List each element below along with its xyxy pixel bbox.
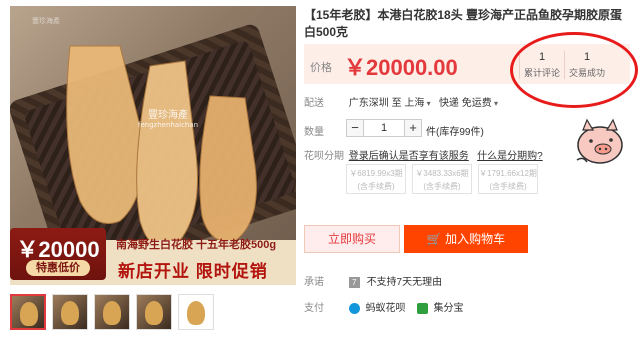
fish-maw-left — [66, 45, 143, 224]
thumbnail-strip — [10, 294, 214, 330]
watermark-en: fengzhenhaichan — [137, 121, 199, 129]
promise-label: 承诺 — [304, 277, 324, 288]
promo-price-tag: ￥20000 特惠低价 — [10, 228, 106, 280]
promise-row: 承诺 7 不支持7天无理由 — [304, 273, 442, 288]
huabei-login-link[interactable]: 登录后确认是否享有该服务 — [349, 151, 469, 162]
pig-sticker-icon — [576, 118, 623, 164]
promo-slogan-product: 南海野生白花胶 十五年老胶500g — [116, 239, 277, 251]
quantity-row: 数量 — [304, 123, 346, 138]
huabei-help-link[interactable]: 什么是分期购? — [477, 151, 543, 162]
stock-text: 件(库存99件) — [426, 127, 484, 138]
shipping-row: 配送 广东深圳 至 上海 快递 免运费 — [304, 94, 498, 109]
promise-text: 不支持7天无理由 — [366, 277, 443, 288]
buy-now-button[interactable]: 立即购买 — [304, 225, 400, 253]
installment-6[interactable]: ￥3483.33x6期 (含手续费) — [412, 164, 472, 194]
huabei-row: 花呗分期 登录后确认是否享有该服务 什么是分期购? — [304, 147, 543, 162]
huabei-label: 花呗分期 — [304, 151, 344, 162]
thumbnail-2[interactable] — [52, 294, 88, 330]
shipping-destination-select[interactable]: 上海 — [404, 98, 430, 109]
watermark-small: 豐珍海產 — [32, 18, 60, 25]
annotation-circle — [510, 32, 638, 108]
quantity-plus-button[interactable]: + — [404, 119, 422, 137]
shipping-to-prefix: 至 — [391, 98, 402, 109]
price-label: 价格 — [310, 62, 332, 74]
quantity-label: 数量 — [304, 127, 324, 138]
quantity-stepper: − 1 + — [346, 119, 422, 137]
watermark-cn: 豐珍海產 — [148, 110, 188, 121]
payment-method-huabei: 蚂蚁花呗 — [365, 303, 406, 314]
installment-options: ￥6819.99x3期 (含手续费) ￥3483.33x6期 (含手续费) ￥1… — [346, 164, 538, 194]
no-return-icon: 7 — [348, 276, 360, 288]
payment-label: 支付 — [304, 303, 324, 314]
installment-3-price: ￥6819.99x3期 — [349, 169, 403, 178]
watermark: 豐珍海產 fengzhenhaichan — [136, 106, 200, 129]
installment-12-note: (含手续费) — [489, 182, 527, 191]
shipping-method-select[interactable]: 快递 免运费 — [439, 98, 498, 109]
thumbnail-3[interactable] — [94, 294, 130, 330]
shipping-label: 配送 — [304, 98, 324, 109]
promo-price-sub: 特惠低价 — [26, 260, 90, 276]
thumbnail-5[interactable] — [178, 294, 214, 330]
quantity-input[interactable]: 1 — [364, 119, 404, 137]
payment-row: 支付 蚂蚁花呗 集分宝 — [304, 299, 463, 314]
cart-icon: 🛒 — [426, 232, 442, 246]
thumbnail-1[interactable] — [10, 294, 46, 330]
quantity-minus-button[interactable]: − — [346, 119, 364, 137]
jifenbao-icon — [416, 302, 428, 314]
installment-3-note: (含手续费) — [357, 182, 395, 191]
fish-maw-middle — [136, 60, 198, 249]
shipping-from: 广东深圳 — [348, 98, 389, 109]
promo-slogan-sale: 新店开业 限时促销 — [118, 262, 268, 281]
add-to-cart-label: 加入购物车 — [445, 232, 506, 246]
payment-method-jifenbao: 集分宝 — [433, 303, 464, 314]
thumbnail-4[interactable] — [136, 294, 172, 330]
price-value: ￥20000.00 — [344, 55, 458, 80]
installment-12[interactable]: ￥1791.66x12期 (含手续费) — [478, 164, 538, 194]
installment-12-price: ￥1791.66x12期 — [479, 169, 537, 178]
huabei-pay-icon — [348, 302, 360, 314]
installment-6-price: ￥3483.33x6期 — [415, 169, 469, 178]
installment-3[interactable]: ￥6819.99x3期 (含手续费) — [346, 164, 406, 194]
installment-6-note: (含手续费) — [423, 182, 461, 191]
add-to-cart-button[interactable]: 🛒 加入购物车 — [404, 225, 528, 253]
fish-maw-right — [199, 95, 257, 243]
